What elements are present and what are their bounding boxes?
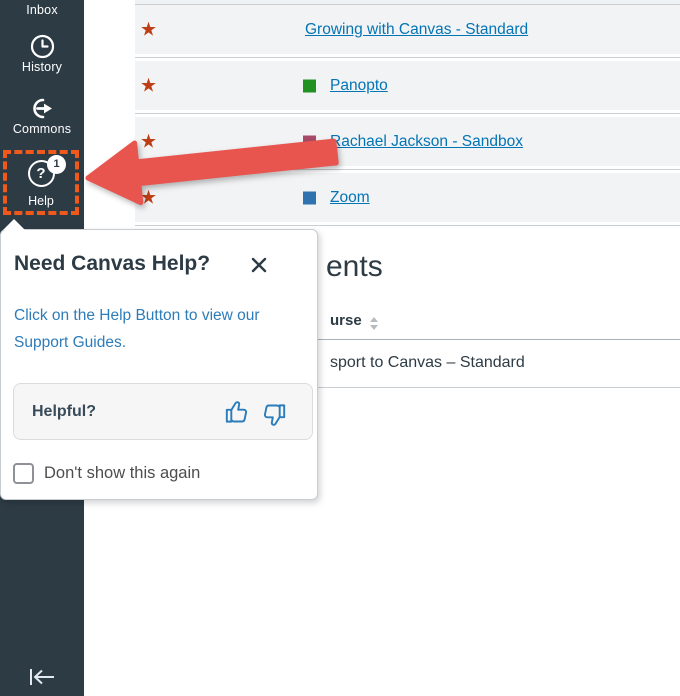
collapse-arrow-icon: [30, 669, 54, 685]
commons-label: Commons: [12, 122, 72, 136]
collapse-sidebar-button[interactable]: [0, 666, 84, 688]
table-header-divider: [318, 339, 680, 340]
popup-caret: [3, 219, 25, 230]
thumbs-down-icon[interactable]: [260, 402, 287, 432]
help-notification-badge: 1: [47, 155, 66, 174]
table-row-divider: [316, 387, 680, 388]
helpful-label: Helpful?: [32, 402, 96, 420]
help-label: Help: [28, 194, 54, 208]
inbox-label: Inbox: [26, 3, 58, 17]
help-button-highlight: ? 1 Help: [3, 150, 79, 215]
course-column-header-fragment[interactable]: urse: [330, 312, 362, 329]
sidebar-item-history[interactable]: History: [0, 33, 84, 74]
thumbs-up-icon[interactable]: [224, 398, 251, 428]
red-pointer-arrow: [85, 138, 339, 206]
popup-body-text: Click on the Help Button to view our Sup…: [14, 307, 260, 351]
share-arrow-icon: [0, 95, 84, 122]
favorite-star-icon[interactable]: ★: [140, 20, 157, 39]
course-link-growing[interactable]: Growing with Canvas - Standard: [305, 21, 528, 39]
close-icon[interactable]: [247, 254, 271, 278]
helpful-feedback-box: Helpful?: [13, 383, 313, 440]
history-label: History: [21, 60, 63, 74]
need-canvas-help-popup: Need Canvas Help? Click on the Help Butt…: [0, 219, 318, 500]
sidebar-item-commons[interactable]: Commons: [0, 95, 84, 136]
course-row-panopto: ★ Panopto: [135, 61, 680, 114]
clock-icon: [0, 33, 84, 60]
dont-show-again-label: Don't show this again: [44, 464, 201, 482]
course-color-square: [303, 79, 316, 92]
course-row-growing: ★ Growing with Canvas - Standard: [135, 5, 680, 58]
course-link-panopto[interactable]: Panopto: [330, 77, 388, 95]
dont-show-again-row: Don't show this again: [13, 463, 200, 484]
sort-icon[interactable]: [369, 316, 379, 331]
enrollments-heading-fragment: ents: [326, 250, 383, 283]
dont-show-again-checkbox[interactable]: [13, 463, 34, 484]
enrollment-row-fragment: sport to Canvas – Standard: [330, 354, 525, 371]
sidebar-item-help[interactable]: ? 1 Help: [7, 154, 75, 211]
course-link-rachael[interactable]: Rachael Jackson - Sandbox: [330, 133, 523, 151]
sidebar-item-inbox[interactable]: Inbox: [0, 3, 84, 17]
favorite-star-icon[interactable]: ★: [140, 76, 157, 95]
popup-title: Need Canvas Help?: [14, 252, 211, 275]
